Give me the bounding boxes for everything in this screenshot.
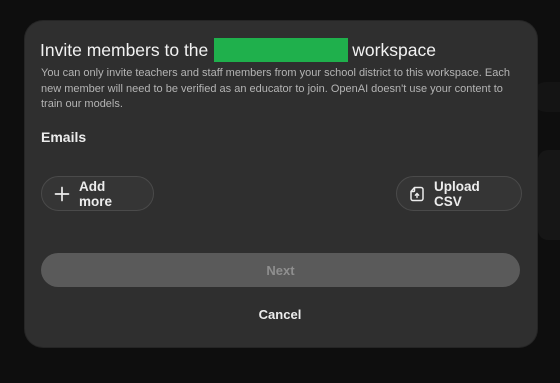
next-button[interactable]: Next [41, 253, 520, 287]
dialog-description: You can only invite teachers and staff m… [41, 67, 510, 110]
title-suffix: workspace [352, 39, 436, 60]
invite-members-dialog: Invite members to the workspace You can … [25, 21, 537, 347]
upload-csv-label: Upload CSV [434, 178, 480, 209]
add-more-button[interactable]: Add more [41, 176, 154, 211]
add-more-label: Add more [79, 178, 113, 209]
cancel-button[interactable]: Cancel [240, 303, 320, 325]
title-prefix: Invite members to the [40, 39, 209, 60]
emails-label: Emails [41, 129, 87, 145]
dialog-title: Invite members to the workspace [40, 38, 520, 62]
plus-icon [54, 186, 70, 202]
background-element [538, 150, 560, 240]
file-upload-icon [409, 186, 425, 202]
upload-csv-button[interactable]: Upload CSV [396, 176, 522, 211]
redacted-workspace-name [214, 38, 349, 62]
